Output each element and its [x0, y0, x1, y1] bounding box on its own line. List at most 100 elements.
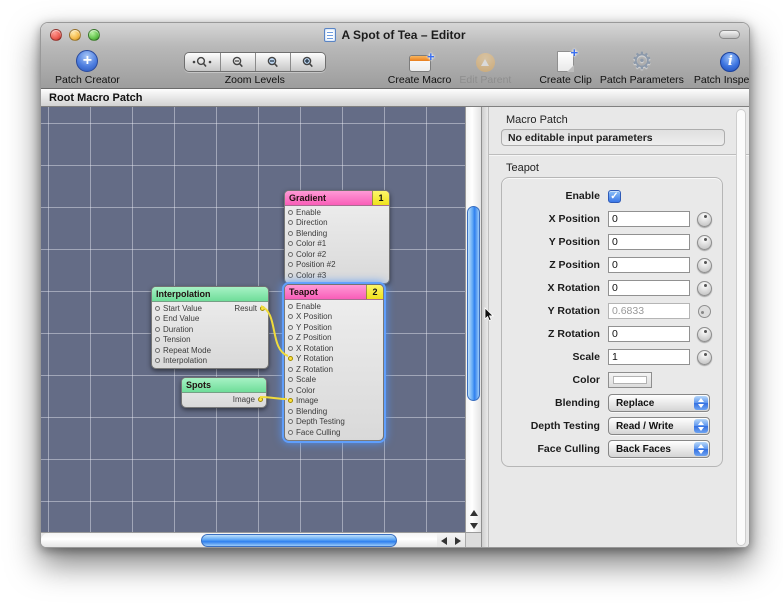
zoom-out-button[interactable] — [220, 53, 255, 71]
scroll-left-button[interactable] — [437, 533, 451, 548]
port-enable[interactable] — [288, 210, 293, 215]
port-image[interactable] — [288, 398, 293, 403]
toolbar-label: Zoom Levels — [225, 74, 285, 86]
port-label: Image — [233, 395, 255, 404]
port-blending[interactable] — [288, 409, 293, 414]
node-gradient[interactable]: Gradient 1 EnableDirectionBlendingColor … — [284, 190, 390, 284]
toolbar-item-patch-parameters[interactable]: ⚙ Patch Parameters — [600, 46, 684, 86]
port-label: Color #3 — [296, 271, 326, 280]
y-position-knob[interactable] — [697, 235, 712, 250]
canvas-horizontal-scrollbar[interactable] — [41, 533, 437, 548]
node-header[interactable]: Interpolation — [152, 287, 268, 302]
zoom-in-button[interactable] — [290, 53, 325, 71]
zoom-out-icon — [227, 55, 249, 69]
port-enable[interactable] — [288, 304, 293, 309]
scale-input[interactable] — [608, 349, 690, 365]
z-rotation-knob[interactable] — [697, 327, 712, 342]
port-label: Enable — [296, 302, 321, 311]
port-y-rotation[interactable] — [288, 356, 293, 361]
x-rotation-knob[interactable] — [697, 281, 712, 296]
toolbar-label: Patch Creator — [55, 74, 120, 86]
toolbar-label: Patch Parameters — [600, 74, 684, 86]
port-row: Repeat Mode — [152, 345, 268, 356]
toolbar-toggle-pill[interactable] — [719, 30, 740, 39]
node-spots[interactable]: Spots Image — [181, 377, 267, 408]
port-direction[interactable] — [288, 220, 293, 225]
node-teapot[interactable]: Teapot 2 EnableX PositionY PositionZ Pos… — [284, 284, 384, 441]
macro-window-plus-icon: + — [409, 55, 431, 72]
port-z-rotation[interactable] — [288, 367, 293, 372]
port-end-value[interactable] — [155, 316, 160, 321]
port-y-position[interactable] — [288, 325, 293, 330]
port-depth-testing[interactable] — [288, 419, 293, 424]
port-interpolation[interactable] — [155, 358, 160, 363]
port-color-3[interactable] — [288, 273, 293, 278]
blending-popup[interactable]: Replace — [608, 394, 710, 412]
enable-checkbox[interactable]: ✓ — [608, 190, 621, 203]
face-culling-popup[interactable]: Back Faces — [608, 440, 710, 458]
scroll-up-button[interactable] — [466, 506, 481, 519]
port-color[interactable] — [288, 388, 293, 393]
port-image[interactable] — [258, 397, 263, 402]
port-x-position[interactable] — [288, 314, 293, 319]
field-row-blending: BlendingReplace — [508, 395, 716, 411]
zoom-actual-size-button[interactable] — [185, 53, 220, 71]
port-repeat-mode[interactable] — [155, 348, 160, 353]
title-bar[interactable]: A Spot of Tea – Editor — [41, 23, 749, 46]
toolbar-item-create-clip[interactable]: + Create Clip — [539, 46, 592, 86]
zoom-fit-button[interactable] — [255, 53, 290, 71]
x-position-input[interactable] — [608, 211, 690, 227]
node-header[interactable]: Spots — [182, 378, 266, 393]
y-rotation-knob[interactable] — [698, 305, 711, 318]
x-rotation-input[interactable] — [608, 280, 690, 296]
toolbar-item-edit-parent[interactable]: Edit Parent — [459, 46, 511, 86]
scroll-right-button[interactable] — [451, 533, 465, 548]
patch-breadcrumb-bar[interactable]: Root Macro Patch — [41, 89, 749, 107]
port-x-rotation[interactable] — [288, 346, 293, 351]
x-position-knob[interactable] — [697, 212, 712, 227]
horizontal-scroll-thumb[interactable] — [201, 534, 397, 547]
port-color-1[interactable] — [288, 241, 293, 246]
zoom-button[interactable] — [88, 29, 100, 41]
popup-arrows-icon — [694, 396, 708, 410]
y-position-input[interactable] — [608, 234, 690, 250]
depth-testing-popup[interactable]: Read / Write — [608, 417, 710, 435]
panel-scrollbar[interactable] — [736, 109, 746, 546]
port-z-position[interactable] — [288, 335, 293, 340]
port-position-2[interactable] — [288, 262, 293, 267]
port-label: Y Rotation — [296, 354, 333, 363]
z-rotation-input[interactable] — [608, 326, 690, 342]
port-duration[interactable] — [155, 327, 160, 332]
color-color-well[interactable] — [608, 372, 652, 388]
node-interpolation[interactable]: Interpolation Start ValueResultEnd Value… — [151, 286, 269, 369]
patch-canvas[interactable]: Gradient 1 EnableDirectionBlendingColor … — [41, 107, 465, 532]
port-color-2[interactable] — [288, 252, 293, 257]
port-face-culling[interactable] — [288, 430, 293, 435]
canvas-vertical-scrollbar[interactable] — [465, 107, 481, 532]
panel-divider[interactable] — [481, 107, 489, 548]
port-row: Z Rotation — [285, 364, 383, 375]
port-scale[interactable] — [288, 377, 293, 382]
port-tension[interactable] — [155, 337, 160, 342]
y-rotation-input[interactable] — [608, 303, 690, 319]
layer-badge: 1 — [372, 191, 389, 205]
node-header[interactable]: Teapot 2 — [285, 285, 383, 300]
port-blending[interactable] — [288, 231, 293, 236]
toolbar-item-patch-inspector[interactable]: i Patch Inspector — [694, 46, 750, 86]
toolbar-item-patch-creator[interactable]: + Patch Creator — [55, 46, 120, 86]
port-start-value[interactable] — [155, 306, 160, 311]
color-swatch — [613, 376, 647, 384]
toolbar-item-create-macro[interactable]: + Create Macro — [388, 46, 452, 86]
vertical-scroll-thumb[interactable] — [467, 206, 480, 401]
scroll-down-button[interactable] — [466, 519, 481, 532]
field-row-x-position: X Position — [508, 211, 716, 227]
port-result[interactable] — [260, 306, 265, 311]
z-position-knob[interactable] — [697, 258, 712, 273]
close-button[interactable] — [50, 29, 62, 41]
teapot-section-title: Teapot — [506, 162, 749, 174]
layer-badge: 2 — [366, 285, 383, 299]
node-header[interactable]: Gradient 1 — [285, 191, 389, 206]
scale-knob[interactable] — [697, 350, 712, 365]
minimize-button[interactable] — [69, 29, 81, 41]
z-position-input[interactable] — [608, 257, 690, 273]
